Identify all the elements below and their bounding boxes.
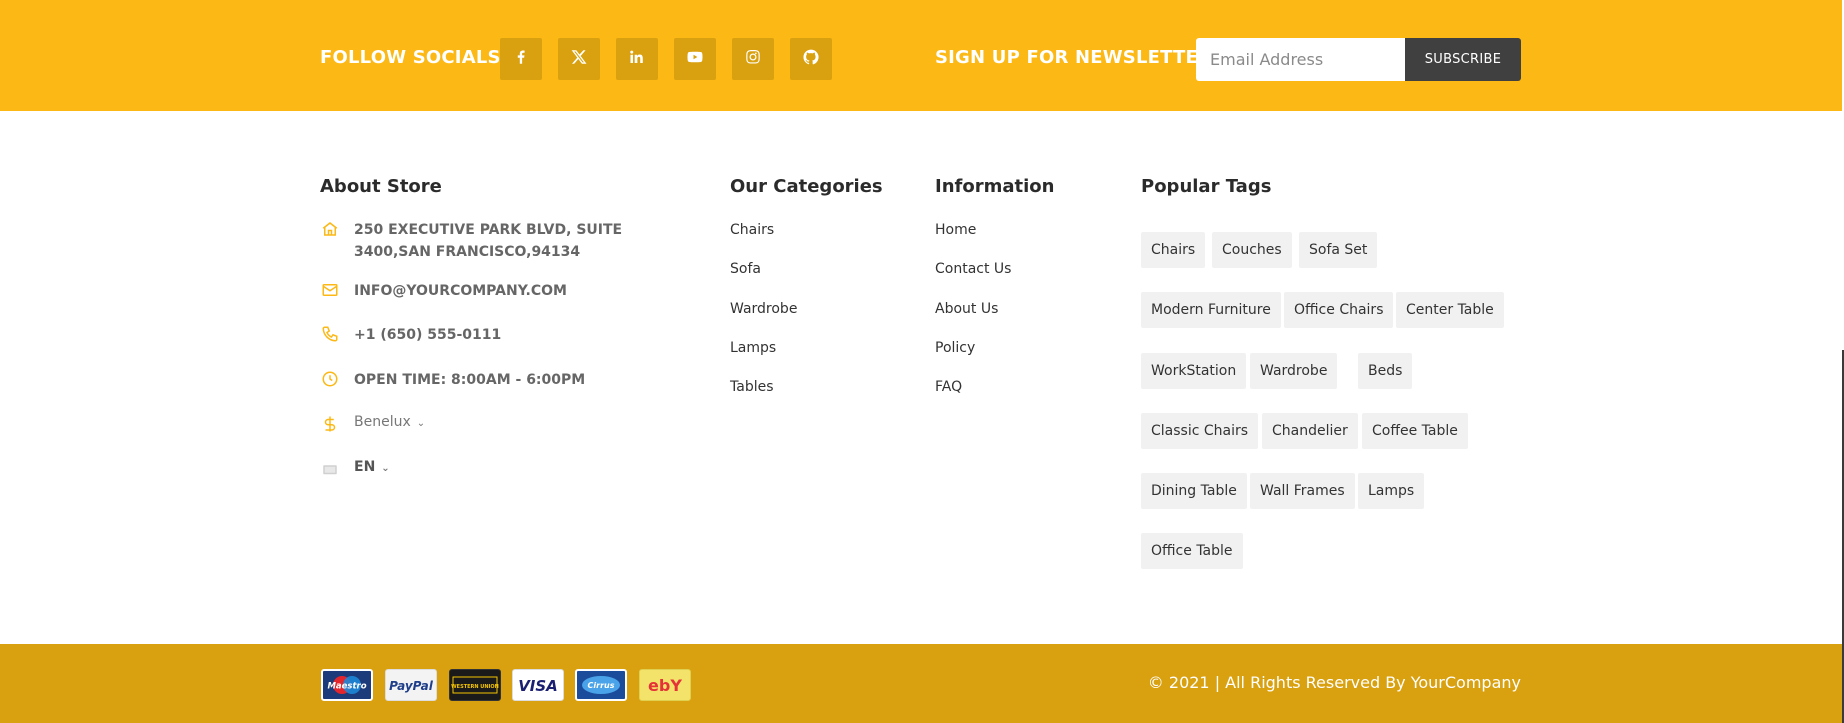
cirrus-label: Cirrus xyxy=(588,681,615,690)
email-input[interactable] xyxy=(1196,38,1406,81)
home-icon xyxy=(320,219,340,239)
linkedin-icon xyxy=(628,48,646,70)
currency-value: Benelux xyxy=(354,414,411,430)
visa-label: VISA xyxy=(518,677,558,695)
email-text[interactable]: INFO@YOURCOMPANY.COM xyxy=(354,280,567,302)
tag-wall-frames[interactable]: Wall Frames xyxy=(1250,473,1355,509)
clock-icon xyxy=(320,369,340,389)
info-link-home[interactable]: Home xyxy=(935,222,976,238)
dollar-icon xyxy=(320,414,340,434)
tag-couches[interactable]: Couches xyxy=(1212,232,1292,268)
x-twitter-button[interactable] xyxy=(558,38,600,80)
phone-icon xyxy=(320,324,340,344)
x-twitter-icon xyxy=(570,48,588,70)
popular-tags-title: Popular Tags xyxy=(1141,176,1272,197)
about-store-title: About Store xyxy=(320,176,442,197)
chevron-down-icon: ⌄ xyxy=(416,418,426,429)
ebay-icon: ebY xyxy=(639,669,691,701)
social-newsletter-bar: FOLLOW SOCIALS SIGN UP FOR NEWSLETTER SU… xyxy=(0,0,1842,111)
info-link-faq[interactable]: FAQ xyxy=(935,379,962,395)
paypal-icon: PayPal xyxy=(385,669,437,701)
phone-row: +1 (650) 555-0111 xyxy=(320,324,501,346)
email-row: INFO@YOURCOMPANY.COM xyxy=(320,280,567,302)
youtube-icon xyxy=(686,48,704,70)
paypal-label: PayPal xyxy=(389,679,434,693)
github-button[interactable] xyxy=(790,38,832,80)
visa-icon: VISA xyxy=(512,669,564,701)
github-icon xyxy=(802,48,820,70)
tag-dining-table[interactable]: Dining Table xyxy=(1141,473,1247,509)
phone-text[interactable]: +1 (650) 555-0111 xyxy=(354,324,501,346)
tag-chairs[interactable]: Chairs xyxy=(1141,232,1206,268)
facebook-button[interactable] xyxy=(500,38,542,80)
ebay-label: ebY xyxy=(648,676,682,695)
information-title: Information xyxy=(935,176,1055,197)
currency-dropdown[interactable]: Benelux ⌄ xyxy=(354,414,425,430)
address-row: 250 EXECUTIVE PARK BLVD, SUITE 3400,SAN … xyxy=(320,219,694,263)
maestro-label: Maestro xyxy=(327,682,366,692)
language-dropdown[interactable]: EN ⌄ xyxy=(354,459,390,475)
maestro-icon: Maestro xyxy=(321,669,373,701)
mail-icon xyxy=(320,280,340,300)
follow-socials-title: FOLLOW SOCIALS xyxy=(320,47,501,68)
category-link-sofa[interactable]: Sofa xyxy=(730,261,761,277)
instagram-icon xyxy=(744,48,762,70)
tag-beds[interactable]: Beds xyxy=(1358,353,1413,389)
language-row: EN ⌄ xyxy=(320,459,390,479)
currency-row: Benelux ⌄ xyxy=(320,414,425,434)
tag-lamps[interactable]: Lamps xyxy=(1358,473,1425,509)
info-link-policy[interactable]: Policy xyxy=(935,340,975,356)
tag-office-table[interactable]: Office Table xyxy=(1141,533,1243,569)
tag-office-chairs[interactable]: Office Chairs xyxy=(1284,292,1394,328)
category-link-wardrobe[interactable]: Wardrobe xyxy=(730,301,797,317)
facebook-icon xyxy=(512,48,530,70)
address-text: 250 EXECUTIVE PARK BLVD, SUITE 3400,SAN … xyxy=(354,222,623,260)
flag-icon xyxy=(320,459,340,479)
info-link-contact[interactable]: Contact Us xyxy=(935,261,1011,277)
tag-chandelier[interactable]: Chandelier xyxy=(1262,413,1358,449)
category-link-chairs[interactable]: Chairs xyxy=(730,222,774,238)
tag-sofa-set[interactable]: Sofa Set xyxy=(1299,232,1378,268)
newsletter-title: SIGN UP FOR NEWSLETTER xyxy=(935,47,1213,68)
tag-modern-furniture[interactable]: Modern Furniture xyxy=(1141,292,1281,328)
youtube-button[interactable] xyxy=(674,38,716,80)
tag-wardrobe[interactable]: Wardrobe xyxy=(1250,353,1338,389)
tag-coffee-table[interactable]: Coffee Table xyxy=(1362,413,1468,449)
tag-workstation[interactable]: WorkStation xyxy=(1141,353,1247,389)
category-link-tables[interactable]: Tables xyxy=(730,379,774,395)
footer-bottom-bar xyxy=(0,644,1842,723)
linkedin-button[interactable] xyxy=(616,38,658,80)
tag-center-table[interactable]: Center Table xyxy=(1396,292,1504,328)
categories-title: Our Categories xyxy=(730,176,883,197)
western-union-icon: WESTERN UNION xyxy=(449,669,501,701)
language-value: EN xyxy=(354,459,376,475)
cirrus-icon: Cirrus xyxy=(575,669,627,701)
subscribe-button[interactable]: SUBSCRIBE xyxy=(1405,38,1521,81)
instagram-button[interactable] xyxy=(732,38,774,80)
chevron-down-icon: ⌄ xyxy=(381,463,390,474)
hours-row: OPEN TIME: 8:00AM - 6:00PM xyxy=(320,369,585,391)
info-link-about[interactable]: About Us xyxy=(935,301,998,317)
tag-classic-chairs[interactable]: Classic Chairs xyxy=(1141,413,1259,449)
western-union-label: WESTERN UNION xyxy=(451,684,499,690)
copyright-text: © 2021 | All Rights Reserved By YourComp… xyxy=(1147,673,1521,692)
category-link-lamps[interactable]: Lamps xyxy=(730,340,776,356)
hours-text: OPEN TIME: 8:00AM - 6:00PM xyxy=(354,372,586,388)
